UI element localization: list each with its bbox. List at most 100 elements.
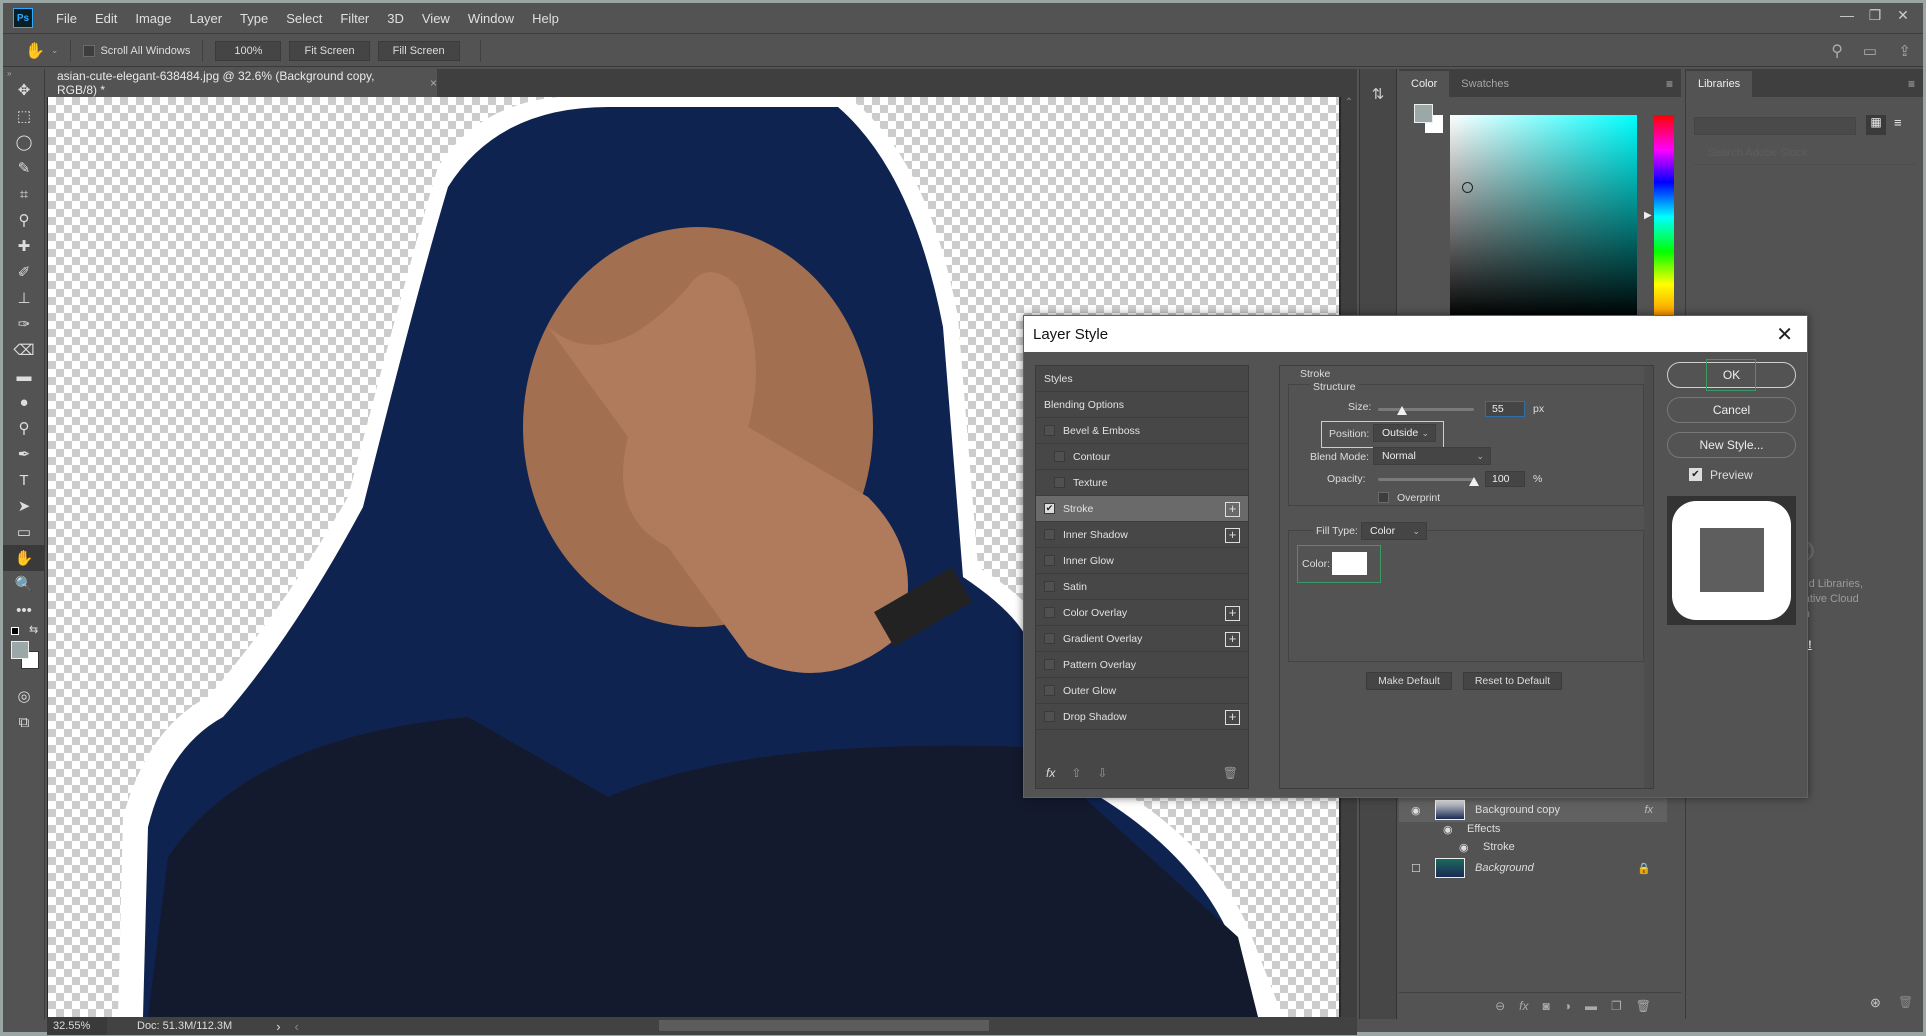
eraser-icon[interactable]: ⌫ — [3, 337, 45, 363]
style-item-texture[interactable]: Texture — [1036, 470, 1248, 496]
style-item-outer-glow[interactable]: Outer Glow — [1036, 678, 1248, 704]
dialog-title-bar[interactable]: Layer Style ✕ — [1024, 316, 1807, 352]
style-item-pattern-overlay[interactable]: Pattern Overlay — [1036, 652, 1248, 678]
menu-window[interactable]: Window — [459, 11, 523, 26]
horizontal-scrollbar-thumb[interactable] — [659, 1020, 989, 1031]
close-icon[interactable]: ✕ — [1889, 6, 1917, 24]
layer-fx-icon[interactable]: fx — [1644, 804, 1653, 816]
style-checkbox[interactable]: ✔ — [1044, 503, 1055, 514]
add-effect-icon[interactable]: + — [1225, 606, 1240, 621]
size-slider-track[interactable] — [1378, 408, 1474, 411]
style-checkbox[interactable] — [1044, 425, 1055, 436]
group-icon[interactable]: ▬ — [1585, 999, 1597, 1013]
visibility-toggle[interactable]: ☐ — [1411, 862, 1425, 875]
tab-swatches[interactable]: Swatches — [1449, 71, 1521, 97]
eye-icon[interactable]: ◉ — [1459, 841, 1473, 854]
quick-select-icon[interactable]: ✎ — [3, 155, 45, 181]
status-menu-arrow-icon[interactable]: › — [276, 1019, 280, 1034]
link-icon[interactable]: ⊖ — [1495, 999, 1505, 1013]
hand-tool-preset-icon[interactable]: ✋ — [25, 41, 45, 61]
panel-menu-icon[interactable]: ≡ — [1908, 77, 1915, 91]
hue-slider[interactable] — [1654, 115, 1674, 319]
fill-screen-button[interactable]: Fill Screen — [377, 40, 460, 61]
menu-file[interactable]: File — [47, 11, 86, 26]
new-layer-icon[interactable]: ❐ — [1611, 999, 1622, 1013]
adjustment-icon[interactable]: ◑ — [1564, 999, 1571, 1013]
style-checkbox[interactable] — [1044, 659, 1055, 670]
move-up-icon[interactable]: ⇧ — [1071, 766, 1081, 780]
panel-menu-icon[interactable]: ≡ — [1666, 77, 1673, 91]
fit-screen-button[interactable]: Fit Screen — [289, 40, 370, 61]
cc-sync-icon[interactable]: ⊛ — [1870, 995, 1881, 1011]
menu-type[interactable]: Type — [231, 11, 277, 26]
brush-icon[interactable]: ✐ — [3, 259, 45, 285]
style-checkbox[interactable] — [1044, 685, 1055, 696]
menu-3d[interactable]: 3D — [378, 11, 413, 26]
style-item-gradient-overlay[interactable]: Gradient Overlay + — [1036, 626, 1248, 652]
position-select[interactable]: Outside ⌄ — [1373, 424, 1436, 442]
stamp-icon[interactable]: ⊥ — [3, 285, 45, 311]
workspace-icon[interactable]: ▭ — [1863, 42, 1877, 60]
layer-effect-row[interactable]: ◉ Stroke — [1399, 838, 1667, 856]
layer-effect-row[interactable]: ◉ Effects — [1399, 820, 1667, 838]
type-icon[interactable]: T — [3, 467, 45, 493]
new-style-button[interactable]: New Style... — [1667, 432, 1796, 458]
style-item-inner-shadow[interactable]: Inner Shadow + — [1036, 522, 1248, 548]
hue-slider-thumb[interactable]: ▶ — [1644, 210, 1652, 221]
blend-mode-select[interactable]: Normal ⌄ — [1373, 447, 1491, 465]
make-default-button[interactable]: Make Default — [1366, 672, 1452, 690]
fill-type-select[interactable]: Color ⌄ — [1361, 522, 1427, 540]
fx-icon[interactable]: fx — [1519, 999, 1528, 1013]
rectangle-icon[interactable]: ▭ — [3, 519, 45, 545]
layer-row[interactable]: ☐ Background 🔒 — [1399, 856, 1667, 880]
collapse-arrows-icon[interactable]: » — [3, 69, 44, 78]
chevron-down-icon[interactable]: ⌄ — [51, 45, 59, 56]
size-slider-thumb[interactable] — [1397, 406, 1407, 415]
fx-menu-icon[interactable]: fx — [1046, 766, 1055, 780]
style-checkbox[interactable] — [1044, 555, 1055, 566]
minimize-icon[interactable]: — — [1833, 6, 1861, 24]
scroll-left-icon[interactable]: ‹ — [295, 1019, 299, 1034]
overprint-checkbox[interactable] — [1378, 492, 1389, 503]
document-tab[interactable]: asian-cute-elegant-638484.jpg @ 32.6% (B… — [47, 69, 437, 97]
eye-icon[interactable]: ◉ — [1443, 823, 1457, 836]
style-checkbox[interactable] — [1054, 477, 1065, 488]
add-effect-icon[interactable]: + — [1225, 710, 1240, 725]
style-checkbox[interactable] — [1044, 529, 1055, 540]
style-item-color-overlay[interactable]: Color Overlay + — [1036, 600, 1248, 626]
close-tab-icon[interactable]: × — [430, 76, 437, 90]
move-down-icon[interactable]: ⇩ — [1097, 766, 1107, 780]
opacity-slider-track[interactable] — [1378, 478, 1474, 481]
stroke-color-swatch[interactable] — [1332, 552, 1367, 575]
menu-edit[interactable]: Edit — [86, 11, 126, 26]
lasso-icon[interactable]: ◯ — [3, 129, 45, 155]
default-colors-icon[interactable] — [11, 627, 19, 635]
stroke-panel-scrollbar[interactable] — [1644, 366, 1653, 788]
opacity-slider-thumb[interactable] — [1469, 477, 1479, 486]
add-effect-icon[interactable]: + — [1225, 632, 1240, 647]
zoom-level-field[interactable]: 32.55% — [47, 1017, 107, 1035]
zoom-icon[interactable]: 🔍 — [3, 571, 45, 597]
stock-search-input[interactable]: Search Adobe Stock — [1694, 147, 1916, 165]
pen-icon[interactable]: ✒ — [3, 441, 45, 467]
list-view-icon[interactable]: ≡ — [1894, 115, 1902, 130]
healing-icon[interactable]: ✚ — [3, 233, 45, 259]
style-item-contour[interactable]: Contour — [1036, 444, 1248, 470]
move-icon[interactable]: ✥ — [3, 77, 45, 103]
saturation-brightness-field[interactable] — [1450, 115, 1637, 319]
size-input[interactable]: 55 — [1485, 401, 1525, 417]
menu-help[interactable]: Help — [523, 11, 568, 26]
preview-checkbox[interactable]: ✔ — [1689, 468, 1702, 481]
style-item-drop-shadow[interactable]: Drop Shadow + — [1036, 704, 1248, 730]
eyedropper-icon[interactable]: ⚲ — [3, 207, 45, 233]
swap-colors-icon[interactable]: ⇆ — [29, 623, 38, 636]
opacity-input[interactable]: 100 — [1485, 471, 1525, 487]
menu-filter[interactable]: Filter — [331, 11, 378, 26]
library-dropdown[interactable] — [1694, 117, 1856, 135]
ok-button[interactable]: OK — [1667, 359, 1796, 391]
scroll-all-windows-checkbox[interactable] — [83, 44, 96, 57]
quick-mask-icon[interactable]: ◎ — [3, 683, 45, 709]
mask-icon[interactable]: ◙ — [1543, 999, 1550, 1013]
add-effect-icon[interactable]: + — [1225, 528, 1240, 543]
zoom-100-button[interactable]: 100% — [215, 40, 282, 61]
